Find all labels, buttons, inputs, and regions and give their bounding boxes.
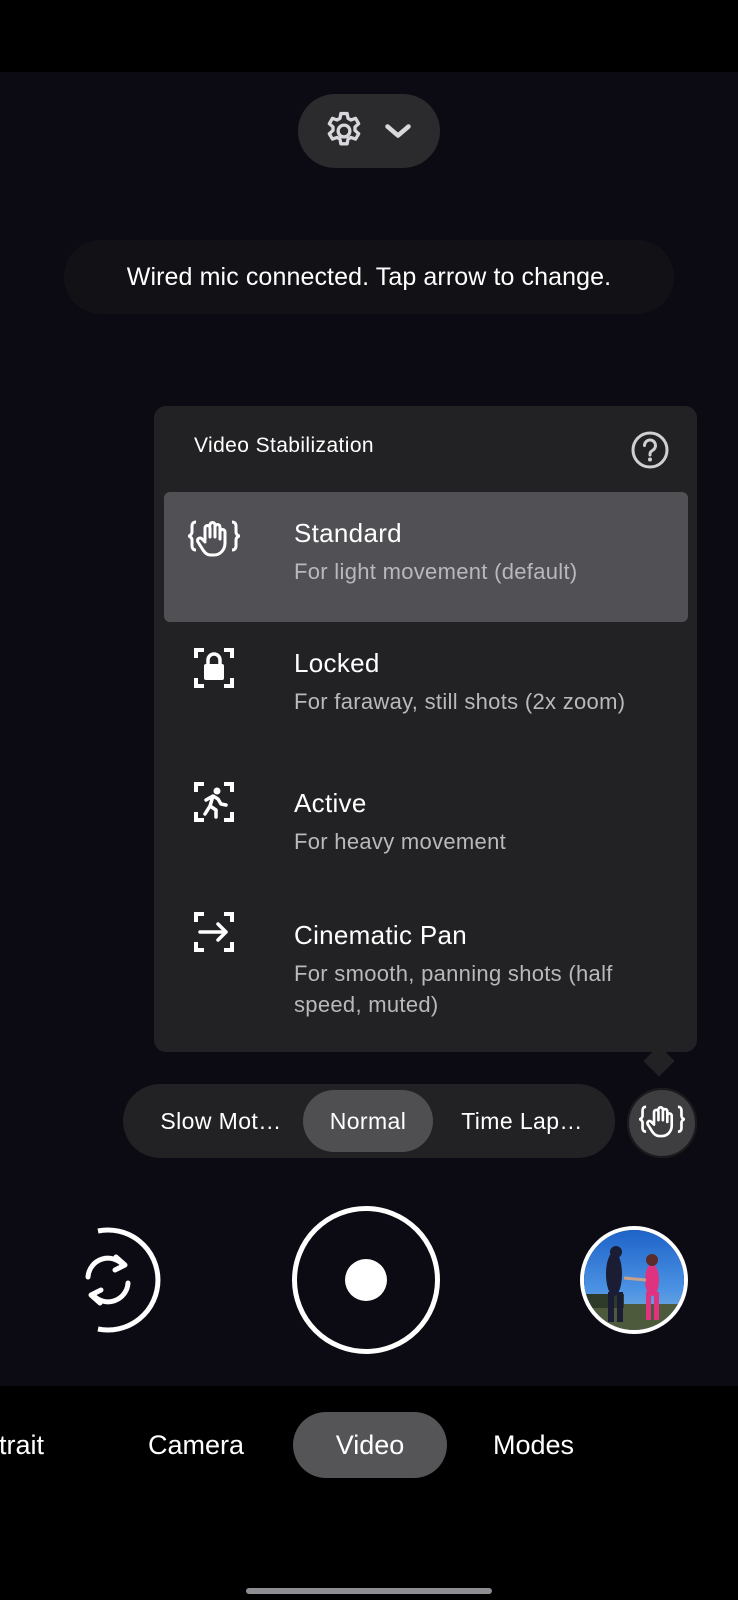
speed-normal[interactable]: Normal xyxy=(303,1090,433,1152)
option-description: For heavy movement xyxy=(294,829,507,854)
stabilization-option-standard[interactable]: Standard For light movement (default) xyxy=(164,492,688,622)
pan-arrow-icon xyxy=(188,910,240,954)
option-description: For light movement (default) xyxy=(294,559,578,584)
mode-video[interactable]: Video xyxy=(293,1412,447,1478)
option-label: Locked xyxy=(294,648,380,678)
settings-pill[interactable] xyxy=(298,94,440,168)
home-indicator[interactable] xyxy=(246,1588,492,1594)
mode-modes[interactable]: Modes xyxy=(493,1412,574,1478)
speed-slow-motion[interactable]: Slow Mot… xyxy=(137,1084,305,1158)
speed-time-lapse[interactable]: Time Lap… xyxy=(443,1084,601,1158)
stabilization-toggle-button[interactable] xyxy=(627,1088,697,1158)
lock-frame-icon xyxy=(188,646,240,690)
record-dot xyxy=(345,1259,387,1301)
hand-stabilization-icon xyxy=(636,1101,688,1146)
option-label: Active xyxy=(294,788,367,818)
stabilization-option-locked[interactable]: Locked For faraway, still shots (2x zoom… xyxy=(164,622,688,762)
mode-portrait[interactable]: rtrait xyxy=(0,1412,44,1478)
gallery-thumbnail[interactable] xyxy=(580,1226,688,1334)
help-circle-icon[interactable] xyxy=(630,430,670,470)
camera-flip-icon xyxy=(85,1227,161,1333)
record-button[interactable] xyxy=(292,1206,440,1354)
option-description: For smooth, panning shots (half speed, m… xyxy=(294,961,613,1017)
option-label: Cinematic Pan xyxy=(294,920,467,950)
hand-stabilization-icon xyxy=(185,516,243,560)
panel-title: Video Stabilization xyxy=(194,434,374,457)
running-person-icon xyxy=(188,780,240,824)
stabilization-option-active[interactable]: Active For heavy movement xyxy=(164,762,688,894)
mode-camera[interactable]: Camera xyxy=(148,1412,244,1478)
option-description: For faraway, still shots (2x zoom) xyxy=(294,689,626,714)
toast-message: Wired mic connected. Tap arrow to change… xyxy=(126,262,612,291)
gear-icon[interactable] xyxy=(322,109,366,153)
speed-selector: Slow Mot… Normal Time Lap… xyxy=(123,1084,615,1158)
camera-flip-button[interactable] xyxy=(52,1225,162,1335)
chevron-down-icon[interactable] xyxy=(380,113,416,149)
stabilization-option-cinematic-pan[interactable]: Cinematic Pan For smooth, panning shots … xyxy=(164,894,688,1042)
video-stabilization-panel: Video Stabilization Standard For light m… xyxy=(154,406,697,1052)
option-label: Standard xyxy=(294,518,402,548)
mic-toast: Wired mic connected. Tap arrow to change… xyxy=(64,240,674,314)
